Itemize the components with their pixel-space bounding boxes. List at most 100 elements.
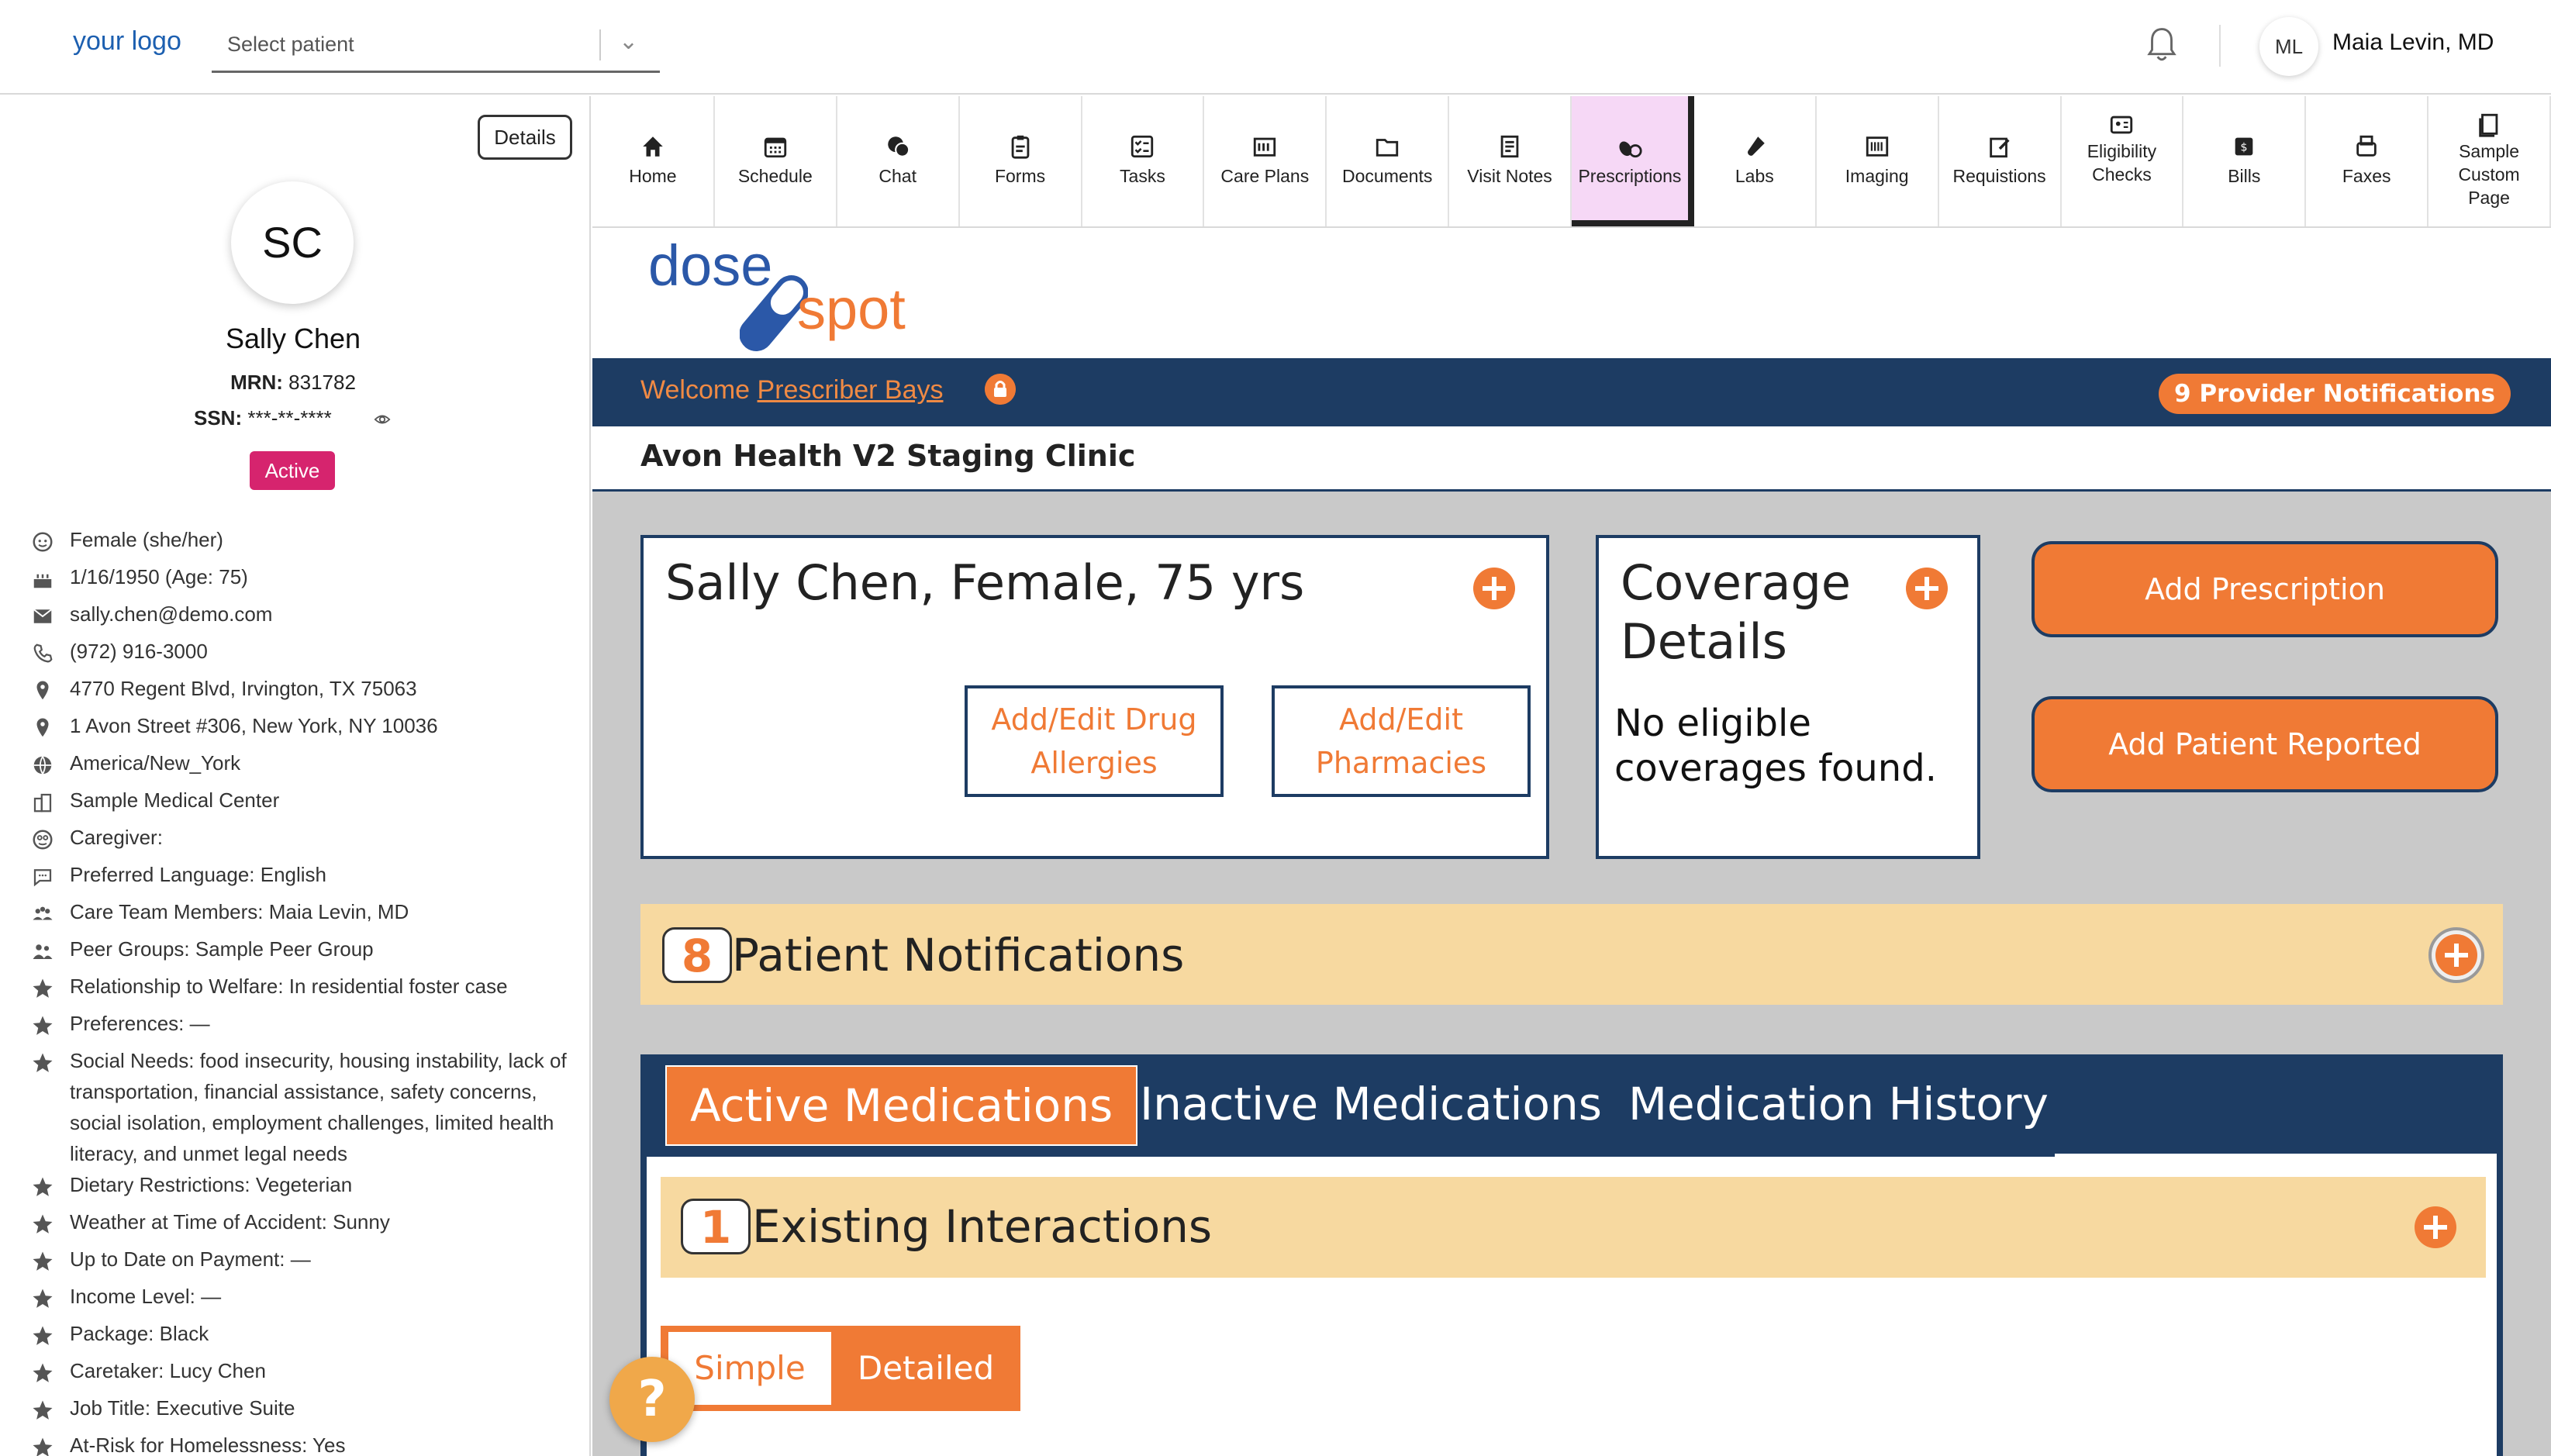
provider-notifications-button[interactable]: 9 Provider Notifications bbox=[2158, 374, 2511, 414]
tab-underline bbox=[647, 1154, 2055, 1157]
user-avatar[interactable]: ML bbox=[2259, 17, 2318, 76]
help-button[interactable]: ? bbox=[609, 1357, 695, 1442]
care-plan-icon bbox=[1251, 133, 1278, 160]
tab-schedule[interactable]: Schedule bbox=[715, 96, 837, 226]
patient-info-item: 4770 Regent Blvd, Irvington, TX 75063 bbox=[31, 673, 574, 710]
expand-notifications-button[interactable] bbox=[2428, 927, 2484, 983]
topbar-divider bbox=[2219, 25, 2221, 67]
details-button[interactable]: Details bbox=[478, 115, 572, 160]
star-icon bbox=[31, 1436, 54, 1456]
edit-pharmacies-button[interactable]: Add/Edit Pharmacies bbox=[1272, 685, 1531, 797]
bell-icon[interactable] bbox=[2145, 26, 2179, 65]
medications-panel: Active Medications Inactive Medications … bbox=[640, 1054, 2503, 1456]
patient-info-list: Female (she/her) 1/16/1950 (Age: 75) sally… bbox=[31, 524, 574, 1456]
home-icon bbox=[640, 133, 666, 160]
ssn-label: SSN: bbox=[194, 406, 243, 430]
clipboard-icon bbox=[1007, 133, 1034, 160]
app-logo[interactable]: your logo bbox=[73, 26, 181, 57]
select-separator bbox=[599, 29, 601, 60]
star-icon bbox=[31, 977, 54, 1000]
patient-info-text: Social Needs: food insecurity, housing i… bbox=[70, 1049, 567, 1165]
tab-care-plans[interactable]: Care Plans bbox=[1204, 96, 1327, 226]
mrn-value: 831782 bbox=[288, 371, 356, 394]
nav-tab-label: Imaging bbox=[1845, 166, 1909, 186]
mrn-label: MRN: bbox=[230, 371, 283, 394]
tab-bills[interactable]: $ Bills bbox=[2183, 96, 2307, 226]
eye-icon[interactable] bbox=[374, 411, 391, 428]
tab-sample-custom-page[interactable]: Sample Custom Page bbox=[2428, 96, 2551, 226]
patient-info-item: Preferences: — bbox=[31, 1008, 574, 1045]
patient-info-text: Caregiver: bbox=[70, 826, 163, 849]
tab-visit-notes[interactable]: Visit Notes bbox=[1449, 96, 1572, 226]
patient-info-text: 1/16/1950 (Age: 75) bbox=[70, 565, 248, 588]
patient-info-item: Weather at Time of Accident: Sunny bbox=[31, 1206, 574, 1244]
patient-select-placeholder: Select patient bbox=[227, 33, 354, 56]
cake-icon bbox=[31, 568, 54, 591]
calendar-icon bbox=[762, 133, 789, 160]
tab-tasks[interactable]: Tasks bbox=[1082, 96, 1205, 226]
nav-tab-label: Forms bbox=[994, 166, 1046, 186]
add-prescription-button[interactable]: Add Prescription bbox=[2031, 541, 2498, 637]
patient-info-text: Female (she/her) bbox=[70, 528, 223, 551]
patient-info-text: Dietary Restrictions: Vegeterian bbox=[70, 1173, 353, 1196]
tab-requistions[interactable]: Requistions bbox=[1939, 96, 2062, 226]
add-patient-info-icon[interactable] bbox=[1473, 568, 1515, 609]
existing-interactions-bar[interactable]: 1 Existing Interactions bbox=[661, 1177, 2486, 1278]
patient-info-text: Preferred Language: English bbox=[70, 863, 327, 886]
clinic-bar: Avon Health V2 Staging Clinic bbox=[592, 426, 2551, 492]
tab-imaging[interactable]: Imaging bbox=[1817, 96, 1939, 226]
patient-info-item: Job Title: Executive Suite bbox=[31, 1392, 574, 1430]
patient-info-text: Peer Groups: Sample Peer Group bbox=[70, 937, 374, 961]
expand-interactions-icon[interactable] bbox=[2415, 1206, 2456, 1248]
nav-tab-label: Visit Notes bbox=[1467, 166, 1552, 186]
prescriber-link[interactable]: Prescriber Bays bbox=[758, 375, 944, 405]
star-icon bbox=[31, 1213, 54, 1236]
caregiver-icon bbox=[31, 828, 54, 851]
chat-icon bbox=[885, 133, 911, 160]
clinic-name: Avon Health V2 Staging Clinic bbox=[640, 439, 1136, 473]
patient-info-text: Weather at Time of Accident: Sunny bbox=[70, 1210, 390, 1233]
lock-icon[interactable] bbox=[985, 374, 1016, 405]
patient-info-text: America/New_York bbox=[70, 751, 241, 775]
star-icon bbox=[31, 1287, 54, 1310]
nav-tab-label: Prescriptions bbox=[1578, 166, 1682, 186]
imaging-icon bbox=[1864, 133, 1890, 160]
tab-eligibility-checks[interactable]: Eligibility Checks bbox=[2062, 96, 2184, 226]
patient-info-text: sally.chen@demo.com bbox=[70, 602, 273, 626]
nav-tab-label: Chat bbox=[879, 166, 916, 186]
edit-drug-allergies-button[interactable]: Add/Edit Drug Allergies bbox=[965, 685, 1224, 797]
user-name[interactable]: Maia Levin, MD bbox=[2332, 29, 2494, 56]
tab-documents[interactable]: Documents bbox=[1327, 96, 1450, 226]
patient-avatar: SC bbox=[231, 181, 354, 304]
tab-inactive-medications[interactable]: Inactive Medications bbox=[1140, 1065, 1602, 1146]
patient-select[interactable]: Select patient ⌄ bbox=[212, 20, 660, 73]
patient-mrn: MRN: 831782 bbox=[0, 371, 586, 395]
add-patient-reported-button[interactable]: Add Patient Reported bbox=[2031, 696, 2498, 792]
patient-info-item: Care Team Members: Maia Levin, MD bbox=[31, 896, 574, 933]
tab-labs[interactable]: Labs bbox=[1694, 96, 1817, 226]
dosespot-header: dose spot bbox=[592, 228, 2551, 358]
status-badge: Active bbox=[250, 451, 335, 490]
nav-tab-label: Sample Custom Page bbox=[2458, 141, 2520, 208]
coverage-message: No eligible coverages found. bbox=[1614, 702, 1937, 790]
patient-info-item: 1/16/1950 (Age: 75) bbox=[31, 561, 574, 599]
patient-notifications-bar[interactable]: 8 Patient Notifications bbox=[640, 904, 2503, 1005]
tab-active-medications[interactable]: Active Medications bbox=[665, 1065, 1138, 1146]
chevron-down-icon[interactable]: ⌄ bbox=[619, 28, 638, 55]
patient-info-item: At-Risk for Homelessness: Yes bbox=[31, 1430, 574, 1456]
tab-prescriptions[interactable]: Prescriptions bbox=[1572, 96, 1694, 226]
patient-info-item: Caregiver: bbox=[31, 822, 574, 859]
tab-forms[interactable]: Forms bbox=[960, 96, 1082, 226]
patient-info-text: Caretaker: Lucy Chen bbox=[70, 1359, 266, 1382]
tab-medication-history[interactable]: Medication History bbox=[1628, 1065, 2049, 1146]
add-coverage-icon[interactable] bbox=[1906, 568, 1948, 609]
svg-text:$: $ bbox=[2241, 142, 2248, 154]
tab-chat[interactable]: Chat bbox=[837, 96, 960, 226]
patient-info-item: sally.chen@demo.com bbox=[31, 599, 574, 636]
dosespot-frame: dose spot Welcome Prescriber Bays 9 Prov… bbox=[592, 228, 2551, 1456]
nav-tab-label: Care Plans bbox=[1220, 166, 1310, 186]
toggle-detailed[interactable]: Detailed bbox=[831, 1332, 1020, 1405]
tab-faxes[interactable]: Faxes bbox=[2306, 96, 2429, 226]
star-icon bbox=[31, 1014, 54, 1037]
tab-home[interactable]: Home bbox=[592, 96, 715, 226]
